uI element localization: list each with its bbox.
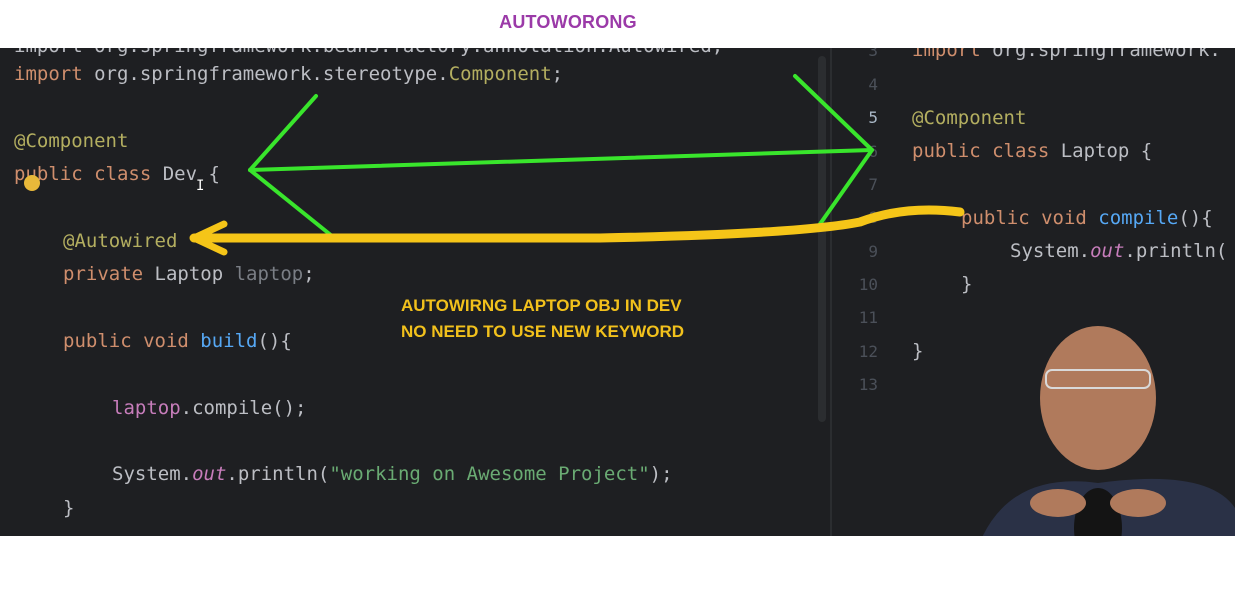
code-line-class: public class Dev { (14, 162, 220, 186)
right-inner-close-brace: } (961, 273, 973, 295)
right-code-line-import: import org.springframework. (912, 48, 1221, 62)
right-code-line-sysout: System.out.println( (1010, 239, 1227, 263)
right-code-line-class: public class Laptop { (912, 139, 1152, 163)
annotation-line-1: AUTOWIRNG LAPTOP OBJ IN DEV (401, 296, 682, 315)
code-line-close-brace: } (63, 497, 75, 519)
code-line-field: private Laptop laptop; (63, 262, 315, 286)
component-annotation: @Component (14, 130, 129, 152)
field-name: laptop (223, 263, 304, 285)
video-frame: import org.springframework.beans.factory… (0, 48, 1235, 536)
code-line-sysout: System.out.println("working on Awesome P… (112, 462, 673, 486)
sysout-string: "working on Awesome Project" (329, 463, 650, 485)
annotation-note: AUTOWIRNG LAPTOP OBJ IN DEV NO NEED TO U… (401, 293, 684, 345)
semicolon: ; (551, 63, 564, 85)
method-keyword: public void (63, 330, 189, 352)
line-number: 6 (868, 142, 878, 161)
left-code-editor[interactable]: import org.springframework.beans.factory… (0, 48, 830, 536)
right-component-annotation: @Component (912, 107, 1027, 129)
line-number: 11 (858, 308, 878, 327)
sysout-prefix: System. (1010, 240, 1091, 262)
class-name: Dev (151, 163, 198, 185)
annotation-line-2: NO NEED TO USE NEW KEYWORD (401, 322, 685, 341)
line-number: 4 (868, 75, 878, 94)
sysout-prefix: System. (112, 463, 193, 485)
line-number: 9 (868, 242, 878, 261)
import-keyword: import (912, 48, 981, 61)
code-line-method: public void build(){ (63, 329, 292, 353)
sysout-out: out (192, 463, 227, 485)
right-outer-close-brace: } (912, 340, 924, 362)
code-line-cut: import org.springframework.beans.factory… (14, 48, 723, 58)
right-code-line-method: public void compile(){ (961, 206, 1213, 230)
import-path: org.springframework.stereotype. (82, 63, 449, 85)
sysout-out: out (1090, 240, 1125, 262)
import-class: Component (448, 63, 552, 85)
code-line-call: laptop.compile(); (112, 396, 306, 420)
page-title: AUTOWORONG (499, 12, 637, 32)
class-keyword: public class (912, 140, 1050, 162)
method-parens: (){ (1178, 207, 1213, 229)
presenter-video (948, 318, 1235, 536)
lightbulb-icon[interactable] (24, 175, 40, 191)
line-number: 13 (858, 375, 878, 394)
class-brace: { (197, 163, 220, 185)
sysout-close: ); (649, 463, 673, 485)
sysout-println: .println( (226, 463, 330, 485)
line-number: 3 (868, 48, 878, 60)
editor-scrollbar[interactable] (818, 56, 826, 422)
line-number: 10 (858, 275, 878, 294)
method-parens: (){ (257, 330, 292, 352)
field-semicolon: ; (303, 263, 315, 285)
field-type: Laptop (143, 263, 224, 285)
import-path: org.springframework. (980, 48, 1221, 61)
line-number: 5 (868, 108, 878, 127)
sysout-println: .println( (1124, 240, 1228, 262)
class-brace: { (1129, 140, 1153, 162)
method-name: compile (1086, 207, 1179, 229)
private-keyword: private (63, 263, 144, 285)
line-number: 7 (868, 175, 878, 194)
method-keyword: public void (961, 207, 1087, 229)
autowired-annotation: @Autowired (63, 230, 178, 252)
call-object: laptop (112, 397, 181, 419)
method-name: build (188, 330, 258, 352)
line-number: 8 (868, 208, 878, 227)
class-name: Laptop (1049, 140, 1130, 162)
call-method: .compile(); (180, 397, 307, 419)
code-line-import: import org.springframework.stereotype.Co… (14, 62, 563, 86)
line-number: 12 (858, 342, 878, 361)
import-keyword: import (14, 63, 83, 85)
